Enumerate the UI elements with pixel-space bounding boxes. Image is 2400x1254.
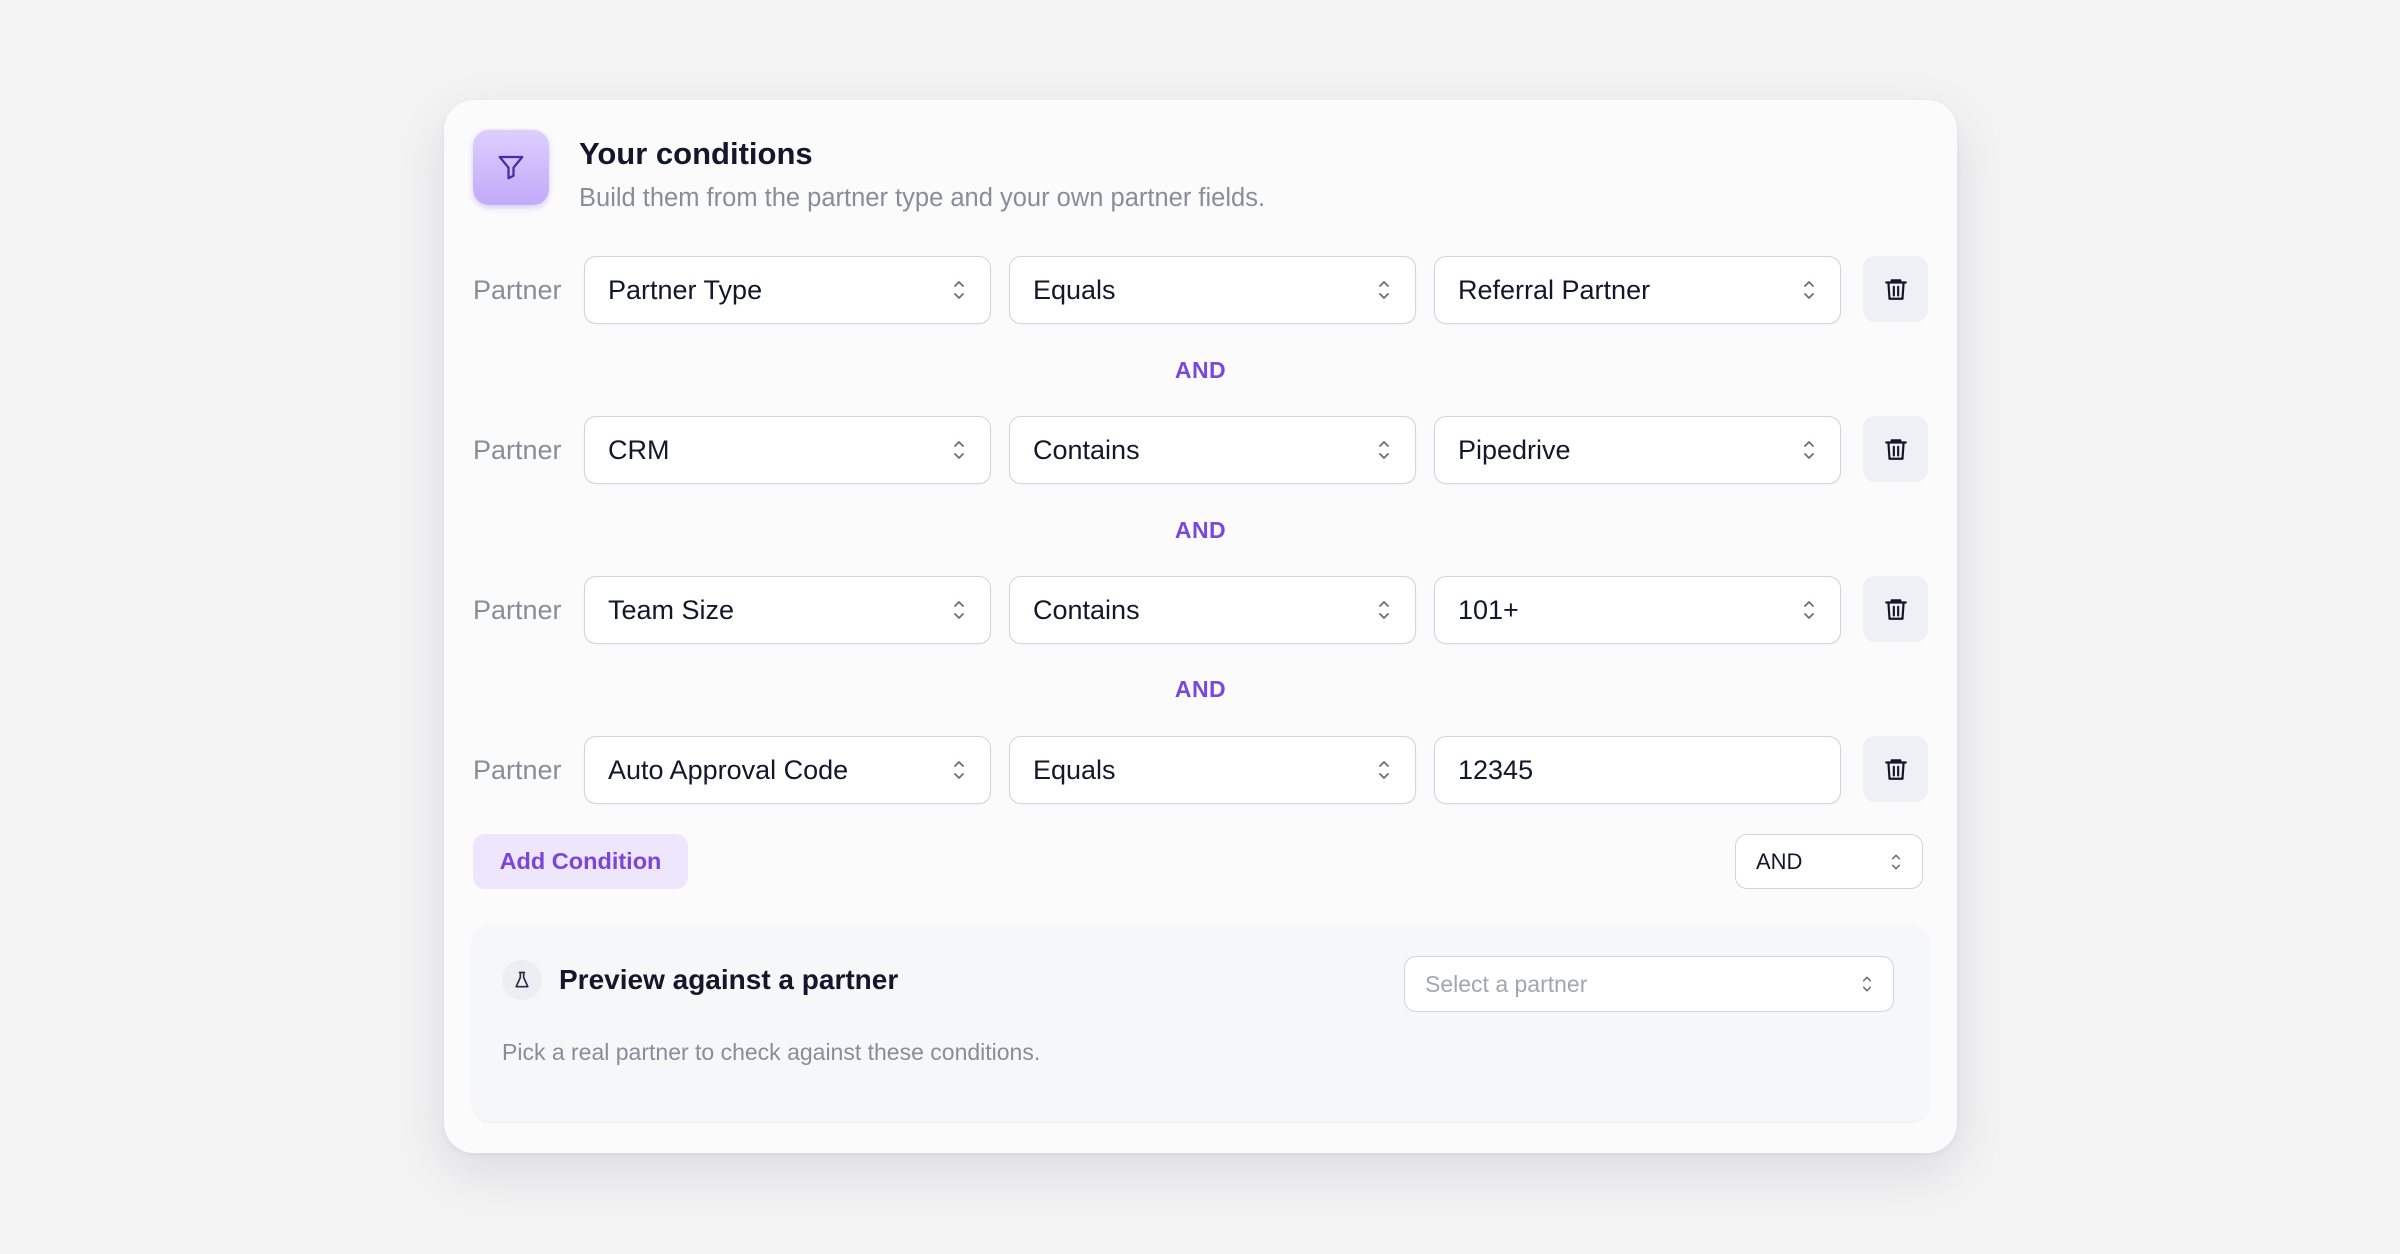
field-select-value: Team Size (608, 594, 735, 625)
condition-scope-label: Partner (473, 434, 562, 465)
trash-icon (1884, 759, 1907, 780)
field-select[interactable]: Team Size (584, 576, 991, 644)
operator-select-value: Contains (1033, 434, 1140, 465)
condition-scope-label: Partner (473, 274, 562, 305)
value-input[interactable]: 12345 (1434, 736, 1841, 804)
partner-select-placeholder: Select a partner (1425, 970, 1588, 997)
condition-row: Partner Auto Approval Code Equals 12345 (473, 736, 1928, 804)
delete-condition-button[interactable] (1863, 256, 1928, 322)
logic-operator-select[interactable]: AND (1735, 834, 1923, 889)
condition-scope-label: Partner (473, 594, 562, 625)
conditions-card: Your conditions Build them from the part… (444, 100, 1957, 1153)
value-select[interactable]: Referral Partner (1434, 256, 1841, 324)
chevron-up-down-icon (1379, 601, 1389, 619)
chevron-up-down-icon (1804, 441, 1814, 459)
chevron-up-down-icon (1379, 761, 1389, 779)
chevron-up-down-icon (1891, 854, 1901, 869)
preview-help-text: Pick a real partner to check against the… (502, 1039, 1041, 1065)
value-select-value: 101+ (1458, 594, 1519, 625)
value-select[interactable]: Pipedrive (1434, 416, 1841, 484)
logic-connector: AND (1174, 676, 1227, 702)
preview-title: Preview against a partner (559, 964, 899, 995)
condition-row: Partner CRM Contains Pipedrive (473, 416, 1928, 484)
delete-condition-button[interactable] (1863, 416, 1928, 482)
value-select-value: Referral Partner (1458, 274, 1651, 305)
value-input-text: 12345 (1458, 754, 1534, 785)
logic-connector: AND (1174, 517, 1227, 543)
logic-operator-value: AND (1756, 848, 1803, 874)
chevron-up-down-icon (954, 761, 964, 779)
value-select[interactable]: 101+ (1434, 576, 1841, 644)
filter-icon (473, 129, 549, 205)
operator-select-value: Equals (1033, 274, 1116, 305)
operator-select-value: Contains (1033, 594, 1140, 625)
chevron-up-down-icon (1379, 441, 1389, 459)
chevron-up-down-icon (954, 441, 964, 459)
condition-row: Partner Partner Type Equals Referral Par… (473, 256, 1928, 324)
operator-select[interactable]: Contains (1009, 416, 1416, 484)
field-select[interactable]: Partner Type (584, 256, 991, 324)
preview-panel: Preview against a partner Select a partn… (473, 926, 1928, 1121)
chevron-up-down-icon (1804, 281, 1814, 299)
logic-connector: AND (1174, 357, 1227, 383)
trash-icon (1884, 279, 1907, 300)
field-select[interactable]: Auto Approval Code (584, 736, 991, 804)
add-condition-button[interactable]: Add Condition (473, 834, 688, 889)
partner-select[interactable]: Select a partner (1404, 956, 1894, 1012)
delete-condition-button[interactable] (1863, 736, 1928, 802)
value-select-value: Pipedrive (1458, 434, 1571, 465)
operator-select-value: Equals (1033, 754, 1116, 785)
card-title: Your conditions (579, 136, 813, 171)
operator-select[interactable]: Contains (1009, 576, 1416, 644)
delete-condition-button[interactable] (1863, 576, 1928, 642)
trash-icon (1884, 439, 1907, 460)
chevron-up-down-icon (1379, 281, 1389, 299)
chevron-up-down-icon (1862, 976, 1872, 992)
chevron-up-down-icon (954, 281, 964, 299)
operator-select[interactable]: Equals (1009, 256, 1416, 324)
card-subtitle: Build them from the partner type and you… (579, 184, 1266, 212)
flask-icon (502, 960, 542, 1000)
field-select-value: Auto Approval Code (608, 754, 849, 785)
condition-row: Partner Team Size Contains 101+ (473, 576, 1928, 644)
field-select-value: CRM (608, 434, 670, 465)
field-select-value: Partner Type (608, 274, 763, 305)
field-select[interactable]: CRM (584, 416, 991, 484)
chevron-up-down-icon (954, 601, 964, 619)
trash-icon (1884, 599, 1907, 620)
chevron-up-down-icon (1804, 601, 1814, 619)
condition-scope-label: Partner (473, 754, 562, 785)
operator-select[interactable]: Equals (1009, 736, 1416, 804)
